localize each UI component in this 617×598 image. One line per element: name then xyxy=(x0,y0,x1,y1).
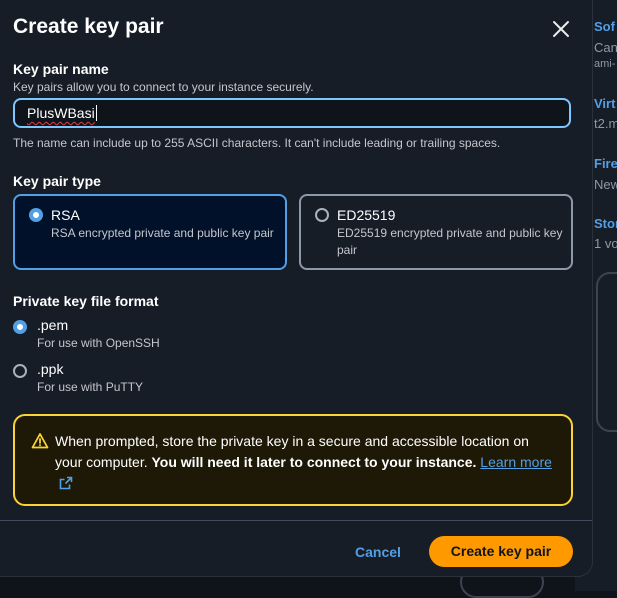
bg-firewall-sub: New xyxy=(594,177,617,192)
learn-more-text[interactable]: Learn more xyxy=(480,454,552,470)
key-type-ed25519-description: ED25519 encrypted private and public key… xyxy=(337,226,563,257)
modal-title: Create key pair xyxy=(13,15,164,38)
external-link-icon[interactable] xyxy=(59,476,73,490)
alert-message: When prompted, store the private key in … xyxy=(55,431,555,494)
radio-ppk[interactable] xyxy=(13,364,27,378)
key-pair-name-constraint: The name can include up to 255 ASCII cha… xyxy=(13,136,501,150)
bg-virtual-title: Virt xyxy=(594,96,616,111)
warning-alert: When prompted, store the private key in … xyxy=(13,414,573,506)
key-type-ed25519-label: ED25519 xyxy=(337,207,396,223)
radio-ed25519[interactable] xyxy=(315,208,329,222)
format-pem-label: .pem xyxy=(37,317,69,333)
close-button[interactable] xyxy=(549,17,573,41)
key-type-tile-rsa[interactable]: RSA RSA encrypted private and public key… xyxy=(13,194,287,270)
bg-software-title: Sof xyxy=(594,19,615,34)
key-pair-name-input[interactable]: PlusWBasi xyxy=(13,98,571,128)
radio-pem[interactable] xyxy=(13,320,27,334)
radio-rsa[interactable] xyxy=(29,208,43,222)
bg-storage-title: Stor xyxy=(594,216,617,231)
bg-software-sub: Can xyxy=(594,40,617,55)
format-ppk-description: For use with PuTTY xyxy=(37,380,144,394)
alert-text-bold: You will need it later to connect to you… xyxy=(151,454,477,470)
key-pair-type-label: Key pair type xyxy=(13,173,101,189)
format-ppk-label: .ppk xyxy=(37,361,64,377)
key-pair-name-label: Key pair name xyxy=(13,61,109,77)
warning-icon xyxy=(31,433,49,449)
bg-card xyxy=(596,272,617,432)
create-key-pair-modal: Create key pair Key pair name Key pairs … xyxy=(0,0,592,576)
bg-storage-sub: 1 vo xyxy=(594,236,617,251)
key-pair-name-value[interactable]: PlusWBasi xyxy=(27,105,95,121)
text-caret xyxy=(95,105,97,121)
bg-firewall-title: Fire xyxy=(594,156,617,171)
key-type-rsa-label: RSA xyxy=(51,207,80,223)
cancel-button[interactable]: Cancel xyxy=(350,537,406,567)
file-format-label: Private key file format xyxy=(13,293,159,309)
footer-divider xyxy=(0,520,592,521)
format-pem-description: For use with OpenSSH xyxy=(37,336,160,350)
key-pair-name-description: Key pairs allow you to connect to your i… xyxy=(13,80,314,94)
key-type-rsa-description: RSA encrypted private and public key pai… xyxy=(51,226,274,240)
close-icon[interactable] xyxy=(549,17,573,41)
bg-virtual-sub: t2.m xyxy=(594,116,617,131)
bg-software-ami: ami- xyxy=(594,58,616,70)
create-key-pair-button[interactable]: Create key pair xyxy=(429,536,573,567)
key-type-tile-ed25519[interactable]: ED25519 ED25519 encrypted private and pu… xyxy=(299,194,573,270)
